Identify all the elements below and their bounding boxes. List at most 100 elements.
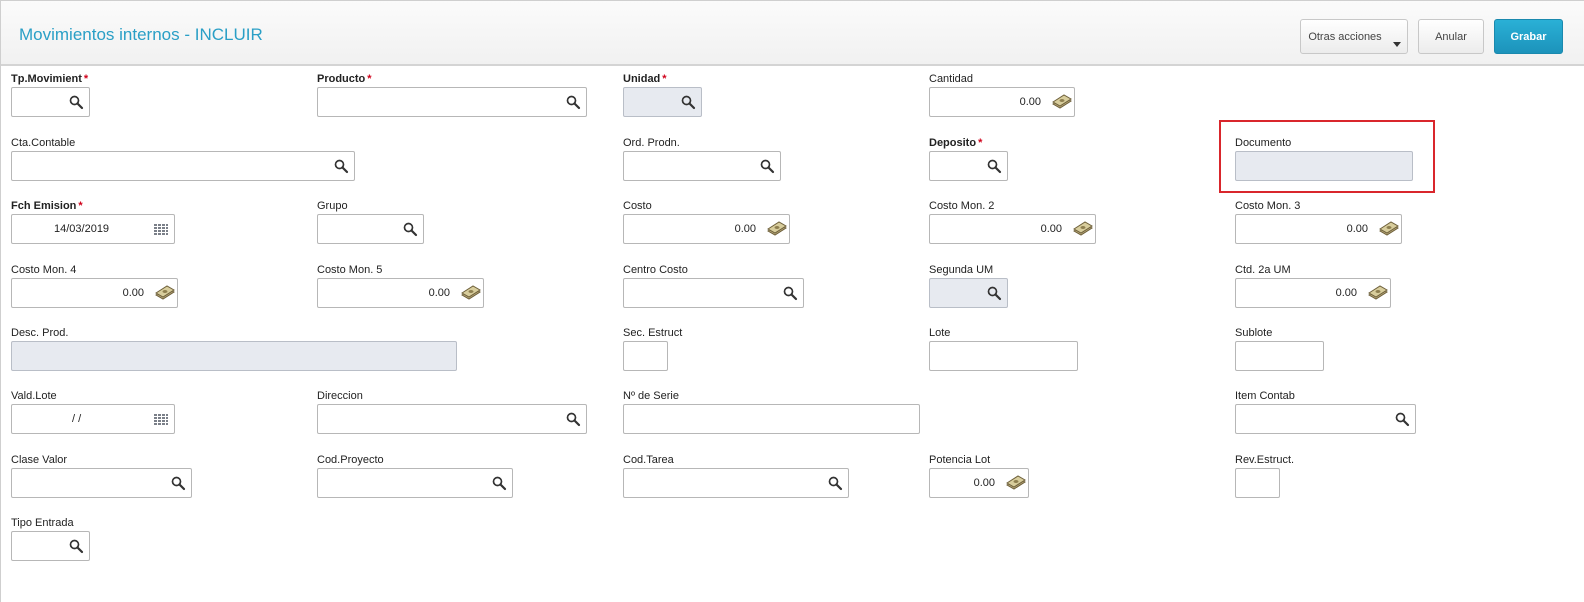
- cantidad-label: Cantidad: [929, 73, 974, 85]
- page: Movimientos internos - INCLUIR Otras acc…: [0, 0, 1584, 602]
- required-mark: *: [367, 73, 372, 85]
- segunda-um-label: Segunda UM: [929, 264, 994, 276]
- costo-input[interactable]: 0.00: [623, 214, 790, 244]
- costo-mon3-label: Costo Mon. 3: [1235, 200, 1301, 212]
- search-icon[interactable]: [491, 475, 507, 491]
- page-title: Movimientos internos - INCLUIR: [19, 25, 263, 44]
- cantidad-input[interactable]: 0.00: [929, 87, 1075, 117]
- direccion-label: Direccion: [317, 390, 363, 402]
- money-icon[interactable]: [767, 221, 787, 237]
- cta-contable-input[interactable]: [11, 151, 355, 181]
- cod-tarea-label: Cod.Tarea: [623, 454, 674, 466]
- costo-mon2-label: Costo Mon. 2: [929, 200, 995, 212]
- search-icon[interactable]: [565, 411, 581, 427]
- cancel-button[interactable]: Anular: [1418, 19, 1484, 54]
- ctd-2a-um-label: Ctd. 2a UM: [1235, 264, 1291, 276]
- vald-lote-input[interactable]: / /: [11, 404, 175, 434]
- save-button[interactable]: Grabar: [1494, 19, 1563, 54]
- money-icon[interactable]: [461, 285, 481, 301]
- costo-mon5-label: Costo Mon. 5: [317, 264, 383, 276]
- item-contab-label: Item Contab: [1235, 390, 1295, 402]
- money-icon[interactable]: [155, 285, 175, 301]
- cod-tarea-input[interactable]: [623, 468, 849, 498]
- sublote-input[interactable]: [1235, 341, 1324, 371]
- search-icon[interactable]: [986, 158, 1002, 174]
- required-mark: *: [662, 73, 667, 85]
- required-mark: *: [978, 137, 983, 149]
- direccion-input[interactable]: [317, 404, 587, 434]
- search-icon[interactable]: [759, 158, 775, 174]
- search-icon[interactable]: [68, 94, 84, 110]
- costo-mon3-input[interactable]: 0.00: [1235, 214, 1402, 244]
- centro-costo-input[interactable]: [623, 278, 804, 308]
- page-header: Movimientos internos - INCLUIR Otras acc…: [1, 1, 1584, 66]
- vald-lote-label: Vald.Lote: [11, 390, 57, 402]
- tipo-entrada-label: Tipo Entrada: [11, 517, 74, 529]
- search-icon[interactable]: [402, 221, 418, 237]
- lote-label: Lote: [929, 327, 951, 339]
- search-icon[interactable]: [170, 475, 186, 491]
- lote-input[interactable]: [929, 341, 1078, 371]
- search-icon[interactable]: [68, 538, 84, 554]
- costo-mon4-label: Costo Mon. 4: [11, 264, 77, 276]
- calendar-icon[interactable]: [153, 411, 169, 427]
- cod-proyecto-label: Cod.Proyecto: [317, 454, 384, 466]
- rev-estruct-input[interactable]: [1235, 468, 1280, 498]
- nro-serie-label: Nº de Serie: [623, 390, 679, 402]
- desc-prod-input: [11, 341, 457, 371]
- clase-valor-input[interactable]: [11, 468, 192, 498]
- item-contab-input[interactable]: [1235, 404, 1416, 434]
- centro-costo-label: Centro Costo: [623, 264, 688, 276]
- fch-emision-label: Fch Emision: [11, 200, 77, 212]
- rev-estruct-label: Rev.Estruct.: [1235, 454, 1295, 466]
- ord-prodn-label: Ord. Prodn.: [623, 137, 680, 149]
- clase-valor-label: Clase Valor: [11, 454, 68, 466]
- deposito-input[interactable]: [929, 151, 1008, 181]
- caret-down-icon: [1393, 42, 1401, 47]
- sublote-label: Sublote: [1235, 327, 1273, 339]
- documento-highlight-box: [1219, 120, 1435, 193]
- segunda-um-input: [929, 278, 1008, 308]
- grupo-input[interactable]: [317, 214, 424, 244]
- producto-input[interactable]: [317, 87, 587, 117]
- desc-prod-label: Desc. Prod.: [11, 327, 69, 339]
- costo-mon2-input[interactable]: 0.00: [929, 214, 1096, 244]
- search-icon[interactable]: [565, 94, 581, 110]
- money-icon[interactable]: [1073, 221, 1093, 237]
- fch-emision-input[interactable]: 14/03/2019: [11, 214, 175, 244]
- search-icon[interactable]: [986, 285, 1002, 301]
- costo-label: Costo: [623, 200, 652, 212]
- sec-estruct-input[interactable]: [623, 341, 668, 371]
- search-icon[interactable]: [827, 475, 843, 491]
- other-actions-label: Otras acciones: [1308, 30, 1382, 43]
- money-icon[interactable]: [1379, 221, 1399, 237]
- required-mark: *: [78, 200, 83, 212]
- calendar-icon[interactable]: [153, 221, 169, 237]
- nro-serie-input[interactable]: [623, 404, 920, 434]
- grupo-label: Grupo: [317, 200, 348, 212]
- search-icon[interactable]: [680, 94, 696, 110]
- potencia-lot-input[interactable]: 0.00: [929, 468, 1029, 498]
- unidad-label: Unidad: [623, 73, 661, 85]
- costo-mon5-input[interactable]: 0.00: [317, 278, 484, 308]
- cod-proyecto-input[interactable]: [317, 468, 513, 498]
- ord-prodn-input[interactable]: [623, 151, 781, 181]
- cta-contable-label: Cta.Contable: [11, 137, 76, 149]
- unidad-input: [623, 87, 702, 117]
- tp-movimient-input[interactable]: [11, 87, 90, 117]
- other-actions-button[interactable]: Otras acciones: [1300, 19, 1408, 54]
- money-icon[interactable]: [1368, 285, 1388, 301]
- required-mark: *: [83, 73, 89, 85]
- ctd-2a-um-input[interactable]: 0.00: [1235, 278, 1391, 308]
- money-icon[interactable]: [1006, 475, 1026, 491]
- search-icon[interactable]: [782, 285, 798, 301]
- deposito-label: Deposito: [929, 137, 977, 149]
- sec-estruct-label: Sec. Estruct: [623, 327, 683, 339]
- tipo-entrada-input[interactable]: [11, 531, 90, 561]
- costo-mon4-input[interactable]: 0.00: [11, 278, 178, 308]
- search-icon[interactable]: [333, 158, 349, 174]
- money-icon[interactable]: [1052, 94, 1072, 110]
- tp-movimient-label: Tp.Movimient: [11, 73, 82, 85]
- producto-label: Producto: [317, 73, 366, 85]
- search-icon[interactable]: [1394, 411, 1410, 427]
